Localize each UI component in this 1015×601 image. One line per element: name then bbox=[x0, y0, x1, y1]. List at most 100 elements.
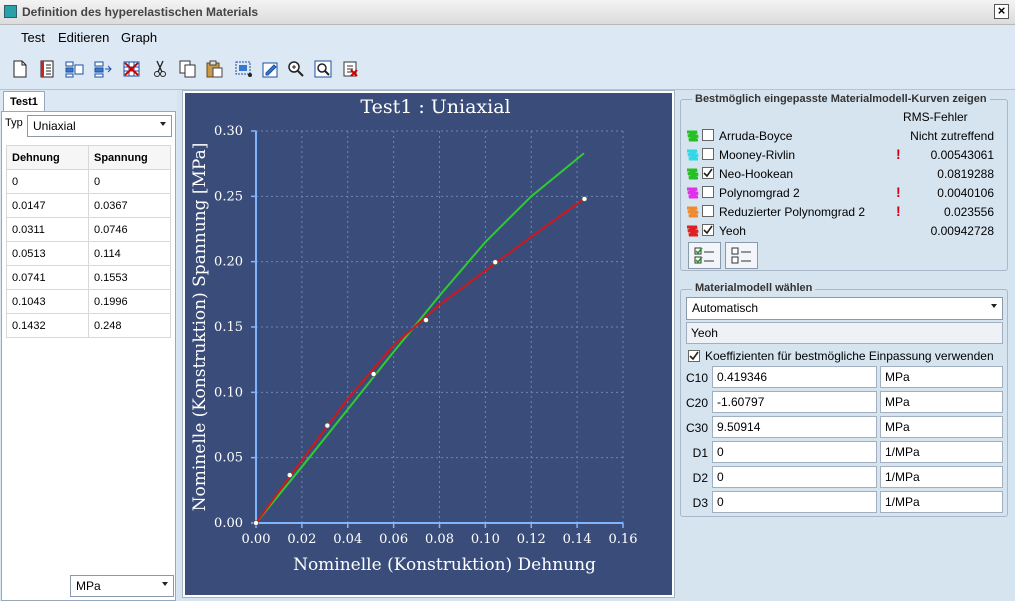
model-label: Polynomgrad 2 bbox=[719, 186, 800, 200]
coefficient-value[interactable]: 0.419346 bbox=[712, 366, 877, 388]
coefficient-value[interactable]: 0 bbox=[712, 441, 877, 463]
rms-value: 0.0819288 bbox=[937, 167, 994, 181]
model-checkbox[interactable] bbox=[702, 129, 714, 141]
check-all-icon bbox=[694, 247, 714, 264]
model-label: Reduzierter Polynomgrad 2 bbox=[719, 205, 866, 219]
cut-button[interactable] bbox=[150, 59, 170, 79]
model-checkbox[interactable] bbox=[702, 224, 714, 236]
select-all-button[interactable] bbox=[234, 59, 254, 79]
coefficient-label: C10 bbox=[686, 371, 709, 385]
zoom-in-button[interactable] bbox=[286, 59, 306, 79]
data-point[interactable] bbox=[286, 472, 293, 479]
menu-graph[interactable]: Graph bbox=[121, 30, 157, 45]
fit-group-title: Bestmöglich eingepasste Materialmodell-K… bbox=[692, 93, 990, 105]
best-fit-checkbox[interactable] bbox=[688, 350, 700, 362]
coefficient-value[interactable]: -1.60797 bbox=[712, 391, 877, 413]
insert-row-icon bbox=[65, 61, 84, 78]
window-title: Definition des hyperelastischen Material… bbox=[22, 5, 259, 19]
unit-select[interactable]: MPa bbox=[70, 575, 174, 597]
copy-button[interactable] bbox=[178, 59, 198, 79]
table-row: 0.0147 0.0367 bbox=[6, 193, 171, 218]
chevron-down-icon bbox=[160, 122, 166, 126]
typ-value: Uniaxial bbox=[33, 119, 76, 133]
paste-button[interactable] bbox=[205, 59, 225, 79]
model-checkbox[interactable] bbox=[702, 186, 714, 198]
curve-color-icon bbox=[687, 168, 699, 180]
edit-button[interactable] bbox=[261, 59, 281, 79]
check-all-button[interactable] bbox=[688, 242, 721, 269]
menu-editieren[interactable]: Editieren bbox=[58, 30, 109, 45]
chevron-down-icon bbox=[991, 304, 997, 308]
tab-test1[interactable]: Test1 bbox=[3, 91, 45, 111]
model-row: Yeoh 0.00942728 bbox=[686, 222, 1004, 241]
edit-icon bbox=[262, 62, 278, 78]
rms-value: Nicht zutreffend bbox=[910, 129, 994, 143]
coefficient-row: C30 9.50914 MPa bbox=[684, 416, 1004, 440]
table-cell[interactable]: 0.0311 bbox=[6, 217, 89, 242]
stress-strain-chart[interactable]: Test1 : Uniaxial 0.00 0.02 0.04 0.06 0.08 0.10… bbox=[183, 91, 674, 597]
menu-test[interactable]: Test bbox=[21, 30, 45, 45]
table-cell[interactable]: 0.1553 bbox=[88, 265, 171, 290]
table-cell[interactable]: 0.248 bbox=[88, 313, 171, 338]
table-cell[interactable]: 0.1996 bbox=[88, 289, 171, 314]
table-cell[interactable]: 0.0741 bbox=[6, 265, 89, 290]
model-checkbox[interactable] bbox=[702, 167, 714, 179]
coefficient-unit: MPa bbox=[880, 391, 1003, 413]
model-checkbox[interactable] bbox=[702, 205, 714, 217]
coefficient-row: C10 0.419346 MPa bbox=[684, 366, 1004, 390]
zoom-fit-icon bbox=[314, 60, 332, 78]
coefficient-value[interactable]: 9.50914 bbox=[712, 416, 877, 438]
close-button[interactable]: × bbox=[994, 4, 1009, 19]
typ-select[interactable]: Uniaxial bbox=[27, 115, 172, 137]
y-tick-label: 0.00 bbox=[214, 516, 243, 531]
table-cell[interactable]: 0.114 bbox=[88, 241, 171, 266]
table-row: 0.1043 0.1996 bbox=[6, 289, 171, 314]
table-cell[interactable]: 0.0513 bbox=[6, 241, 89, 266]
cut-icon bbox=[154, 60, 166, 77]
coefficient-row: D2 0 1/MPa bbox=[684, 466, 1004, 490]
coefficient-value[interactable]: 0 bbox=[712, 491, 877, 513]
data-point[interactable] bbox=[253, 519, 260, 526]
model-field: Yeoh bbox=[686, 322, 1003, 344]
rms-value: 0.023556 bbox=[943, 205, 994, 219]
column-header[interactable]: Spannung bbox=[88, 145, 171, 170]
data-point[interactable] bbox=[492, 259, 499, 266]
x-tick-label: 0.10 bbox=[471, 532, 500, 547]
uncheck-all-button[interactable] bbox=[725, 242, 758, 269]
table-cell[interactable]: 0 bbox=[88, 169, 171, 194]
rms-header: RMS-Fehler bbox=[903, 110, 968, 124]
table-row: 0.0513 0.114 bbox=[6, 241, 171, 266]
toolbar bbox=[0, 49, 1015, 90]
table-row: 0.0311 0.0746 bbox=[6, 217, 171, 242]
table-cell[interactable]: 0.0367 bbox=[88, 193, 171, 218]
curve-color-icon bbox=[687, 187, 699, 199]
coefficient-value[interactable]: 0 bbox=[712, 466, 877, 488]
data-point[interactable] bbox=[324, 422, 331, 429]
unit-value: MPa bbox=[76, 579, 101, 593]
table-button[interactable] bbox=[37, 59, 57, 79]
data-point[interactable] bbox=[370, 371, 377, 378]
insert-row-button[interactable] bbox=[65, 59, 85, 79]
clear-button[interactable] bbox=[341, 59, 361, 79]
table-cell[interactable]: 0.0746 bbox=[88, 217, 171, 242]
table-cell[interactable]: 0.0147 bbox=[6, 193, 89, 218]
coefficient-row: D3 0 1/MPa bbox=[684, 491, 1004, 515]
table-cell[interactable]: 0.1043 bbox=[6, 289, 89, 314]
table-cell[interactable]: 0 bbox=[6, 169, 89, 194]
delete-button[interactable] bbox=[122, 59, 142, 79]
table-cell[interactable]: 0.1432 bbox=[6, 313, 89, 338]
chevron-down-icon bbox=[162, 582, 168, 586]
column-header[interactable]: Dehnung bbox=[6, 145, 89, 170]
table-icon bbox=[40, 60, 54, 78]
data-point[interactable] bbox=[581, 195, 588, 202]
append-row-button[interactable] bbox=[94, 59, 114, 79]
rms-value: 0.00543061 bbox=[930, 148, 994, 162]
x-tick-label: 0.08 bbox=[425, 532, 454, 547]
coefficient-label: C20 bbox=[686, 396, 709, 410]
model-checkbox[interactable] bbox=[702, 148, 714, 160]
mode-select[interactable]: Automatisch bbox=[686, 297, 1003, 320]
data-point[interactable] bbox=[422, 317, 429, 324]
new-button[interactable] bbox=[10, 59, 30, 79]
zoom-in-icon bbox=[288, 61, 304, 77]
zoom-fit-button[interactable] bbox=[313, 59, 333, 79]
